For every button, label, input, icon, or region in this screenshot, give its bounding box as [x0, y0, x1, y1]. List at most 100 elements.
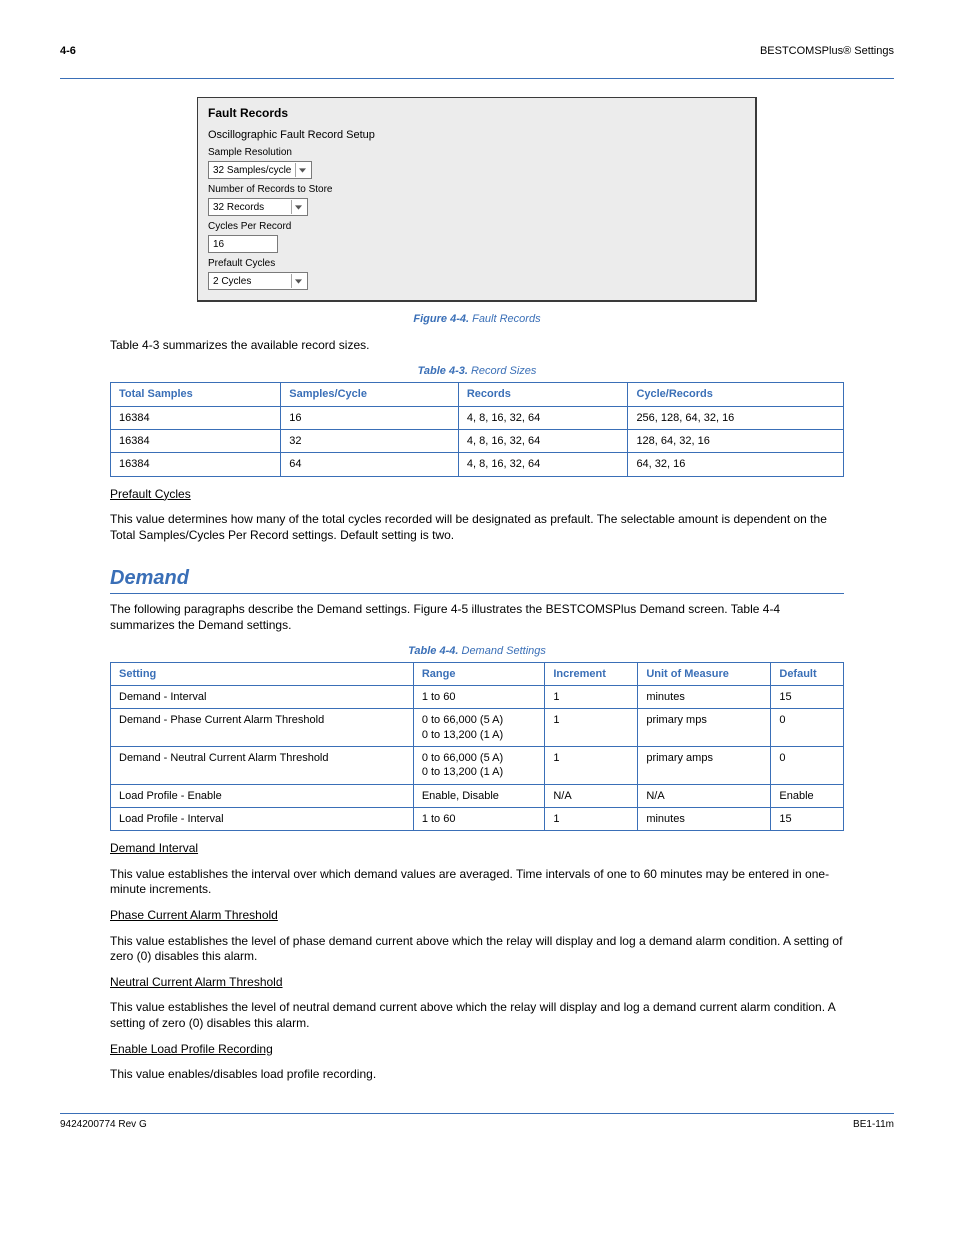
cell: 4, 8, 16, 32, 64: [458, 453, 628, 476]
load-profile-body: This value enables/disables load profile…: [110, 1067, 844, 1083]
footer-left: 9424200774 Rev G: [60, 1118, 147, 1131]
cell: 16384: [111, 453, 281, 476]
cell: Demand - Neutral Current Alarm Threshold: [111, 747, 414, 785]
table-row: 16384 16 4, 8, 16, 32, 64 256, 128, 64, …: [111, 406, 844, 429]
cell: 16384: [111, 429, 281, 452]
cell: 0: [771, 747, 844, 785]
cell: 128, 64, 32, 16: [628, 429, 844, 452]
prefault-cycles-value: 2 Cycles: [213, 275, 251, 288]
prefault-cycles-body: This value determines how many of the to…: [110, 512, 844, 543]
page-footer: 9424200774 Rev G BE1-11m: [60, 1113, 894, 1131]
table-row: Load Profile - Enable Enable, Disable N/…: [111, 784, 844, 807]
table-header: Unit of Measure: [638, 662, 771, 685]
table-header: Increment: [545, 662, 638, 685]
cell: 0 to 66,000 (5 A) 0 to 13,200 (1 A): [413, 747, 544, 785]
page-number: 4-6: [60, 44, 76, 58]
table-header: Range: [413, 662, 544, 685]
cell: N/A: [638, 784, 771, 807]
chapter-title: BESTCOMSPlus® Settings: [760, 44, 894, 58]
cell: Load Profile - Interval: [111, 807, 414, 830]
cell: 4, 8, 16, 32, 64: [458, 406, 628, 429]
table-row: Demand - Interval 1 to 60 1 minutes 15: [111, 686, 844, 709]
demand-interval-heading: Demand Interval: [110, 841, 198, 855]
cell: Enable: [771, 784, 844, 807]
chevron-down-icon: [295, 163, 309, 177]
cell: 15: [771, 686, 844, 709]
cell: 64, 32, 16: [628, 453, 844, 476]
demand-heading: Demand: [110, 565, 844, 594]
sample-resolution-label: Sample Resolution: [208, 146, 745, 159]
panel-title: Fault Records: [208, 106, 745, 122]
cell: 0 to 66,000 (5 A) 0 to 13,200 (1 A): [413, 709, 544, 747]
cell: Load Profile - Enable: [111, 784, 414, 807]
cell: primary amps: [638, 747, 771, 785]
table3-intro: Table 4-3 summarizes the available recor…: [110, 338, 844, 354]
table-header: Default: [771, 662, 844, 685]
cycles-per-record-value: 16: [213, 238, 224, 251]
phase-alarm-body: This value establishes the level of phas…: [110, 934, 844, 965]
prefault-cycles-combo[interactable]: 2 Cycles: [208, 272, 308, 290]
cell: 4, 8, 16, 32, 64: [458, 429, 628, 452]
prefault-cycles-label: Prefault Cycles: [208, 257, 745, 270]
table3-text: Record Sizes: [471, 365, 536, 377]
figure-text: Fault Records: [472, 313, 540, 325]
panel-subtitle: Oscillographic Fault Record Setup: [208, 128, 745, 142]
cycles-per-record-label: Cycles Per Record: [208, 220, 745, 233]
sample-resolution-combo[interactable]: 32 Samples/cycle: [208, 161, 312, 179]
table4-caption: Table 4-4. Demand Settings: [60, 644, 894, 658]
figure-caption: Figure 4-4. Fault Records: [60, 312, 894, 326]
num-records-label: Number of Records to Store: [208, 183, 745, 196]
cell: N/A: [545, 784, 638, 807]
header-rule: [60, 78, 894, 79]
table3-caption: Table 4-3. Record Sizes: [60, 364, 894, 378]
cycles-per-record-input[interactable]: 16: [208, 235, 278, 253]
table-header: Cycle/Records: [628, 383, 844, 406]
num-records-value: 32 Records: [213, 201, 264, 214]
cell: Demand - Phase Current Alarm Threshold: [111, 709, 414, 747]
cell: Demand - Interval: [111, 686, 414, 709]
cell: 15: [771, 807, 844, 830]
cell: minutes: [638, 807, 771, 830]
cell: 32: [281, 429, 459, 452]
neutral-alarm-body: This value establishes the level of neut…: [110, 1000, 844, 1031]
sample-resolution-value: 32 Samples/cycle: [213, 164, 291, 177]
footer-right: BE1-11m: [853, 1118, 894, 1131]
cell: 0: [771, 709, 844, 747]
cell: primary mps: [638, 709, 771, 747]
fault-records-panel: Fault Records Oscillographic Fault Recor…: [197, 97, 757, 302]
cell: Enable, Disable: [413, 784, 544, 807]
table-header: Setting: [111, 662, 414, 685]
chevron-down-icon: [291, 274, 305, 288]
table3-number: Table 4-3.: [418, 365, 468, 377]
chevron-down-icon: [291, 200, 305, 214]
demand-intro: The following paragraphs describe the De…: [110, 602, 844, 633]
cell: 64: [281, 453, 459, 476]
cell: 16384: [111, 406, 281, 429]
table-header: Records: [458, 383, 628, 406]
cell: 256, 128, 64, 32, 16: [628, 406, 844, 429]
load-profile-heading: Enable Load Profile Recording: [110, 1042, 273, 1056]
table4-number: Table 4-4.: [408, 645, 458, 657]
table4-text: Demand Settings: [462, 645, 546, 657]
table-row: Load Profile - Interval 1 to 60 1 minute…: [111, 807, 844, 830]
cell: 1: [545, 807, 638, 830]
cell: 16: [281, 406, 459, 429]
num-records-combo[interactable]: 32 Records: [208, 198, 308, 216]
table-demand-settings: Setting Range Increment Unit of Measure …: [110, 662, 844, 831]
table-row: Demand - Phase Current Alarm Threshold 0…: [111, 709, 844, 747]
cell: 1: [545, 709, 638, 747]
neutral-alarm-heading: Neutral Current Alarm Threshold: [110, 975, 283, 989]
cell: 1 to 60: [413, 807, 544, 830]
prefault-cycles-heading: Prefault Cycles: [110, 487, 191, 501]
cell: 1 to 60: [413, 686, 544, 709]
cell: 1: [545, 747, 638, 785]
figure-number: Figure 4-4.: [413, 313, 469, 325]
phase-alarm-heading: Phase Current Alarm Threshold: [110, 908, 278, 922]
table-header: Samples/Cycle: [281, 383, 459, 406]
table-row: 16384 32 4, 8, 16, 32, 64 128, 64, 32, 1…: [111, 429, 844, 452]
table-row: Demand - Neutral Current Alarm Threshold…: [111, 747, 844, 785]
cell: 1: [545, 686, 638, 709]
table-header: Total Samples: [111, 383, 281, 406]
demand-interval-body: This value establishes the interval over…: [110, 867, 844, 898]
table-row: 16384 64 4, 8, 16, 32, 64 64, 32, 16: [111, 453, 844, 476]
